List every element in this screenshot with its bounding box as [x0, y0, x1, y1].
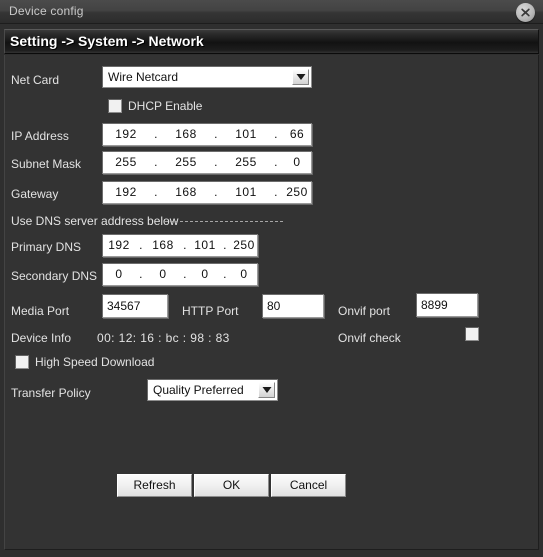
subnet-mask-octet-3: 255: [235, 155, 257, 169]
transfer-policy-label: Transfer Policy: [11, 386, 91, 400]
section-header-title: Setting -> System -> Network: [10, 33, 204, 49]
ip-address-octet-1: 192: [115, 127, 137, 141]
high-speed-download-label: High Speed Download: [35, 355, 155, 369]
chevron-down-icon[interactable]: [292, 69, 309, 85]
secondary-dns-octet-3: 0: [201, 267, 209, 281]
ip-address-octet-2: 168: [175, 127, 197, 141]
gateway-octet-2: 168: [175, 185, 197, 199]
primary-dns-octet-1: 192: [108, 238, 130, 252]
dhcp-enable-checkbox[interactable]: [108, 99, 122, 113]
gateway-octet-4: 250: [286, 185, 308, 199]
onvif-port-input[interactable]: 8899: [416, 293, 478, 317]
dns-note-label: Use DNS server address below: [11, 214, 179, 228]
onvif-check-checkbox[interactable]: [465, 327, 479, 341]
secondary-dns-label: Secondary DNS: [11, 269, 98, 283]
subnet-mask-dot-3: .: [274, 155, 278, 169]
gateway-octet-1: 192: [115, 185, 137, 199]
device-info-label: Device Info: [11, 331, 72, 345]
secondary-dns-dot-2: .: [183, 267, 187, 281]
subnet-mask-dot-1: .: [154, 155, 158, 169]
onvif-check-label: Onvif check: [338, 331, 401, 345]
primary-dns-octet-4: 250: [233, 238, 255, 252]
primary-dns-dot-1: .: [139, 238, 143, 252]
secondary-dns-input[interactable]: 0. 0. 0. 0: [102, 263, 258, 286]
cancel-button[interactable]: Cancel: [271, 474, 346, 497]
ip-address-dot-3: .: [274, 127, 278, 141]
ip-address-input[interactable]: 192. 168. 101. 66: [102, 123, 312, 146]
primary-dns-dot-2: .: [183, 238, 187, 252]
title-bar: Device config: [0, 0, 543, 24]
gateway-dot-2: .: [214, 185, 218, 199]
high-speed-download-checkbox[interactable]: [15, 355, 29, 369]
secondary-dns-dot-1: .: [139, 267, 143, 281]
onvif-port-label: Onvif port: [338, 304, 391, 318]
window-title: Device config: [9, 4, 84, 18]
secondary-dns-dot-3: .: [223, 267, 227, 281]
network-settings-panel: Net Card Wire Netcard DHCP Enable IP Add…: [4, 55, 539, 550]
ok-button[interactable]: OK: [194, 474, 269, 497]
net-card-select-value: Wire Netcard: [108, 70, 179, 84]
transfer-policy-select-value: Quality Preferred: [153, 383, 244, 397]
primary-dns-octet-2: 168: [152, 238, 174, 252]
device-info-value: 00: 12: 16 : bc : 98 : 83: [97, 331, 230, 345]
primary-dns-input[interactable]: 192. 168. 101. 250: [102, 234, 258, 257]
media-port-label: Media Port: [11, 304, 70, 318]
primary-dns-dot-3: .: [223, 238, 227, 252]
net-card-select[interactable]: Wire Netcard: [102, 66, 312, 88]
subnet-mask-octet-4: 0: [293, 155, 301, 169]
device-config-window: Device config Setting -> System -> Netwo…: [0, 0, 543, 557]
ip-address-octet-3: 101: [235, 127, 257, 141]
ip-address-octet-4: 66: [289, 127, 305, 141]
net-card-label: Net Card: [11, 73, 60, 87]
ip-address-label: IP Address: [11, 129, 69, 143]
primary-dns-label: Primary DNS: [11, 240, 82, 254]
section-header-bar: Setting -> System -> Network: [4, 29, 539, 54]
subnet-mask-octet-1: 255: [115, 155, 137, 169]
dns-note-divider: [165, 221, 283, 223]
dhcp-enable-label: DHCP Enable: [128, 99, 203, 113]
subnet-mask-label: Subnet Mask: [11, 157, 82, 171]
subnet-mask-dot-2: .: [214, 155, 218, 169]
gateway-input[interactable]: 192. 168. 101. 250: [102, 181, 312, 204]
gateway-label: Gateway: [11, 187, 59, 201]
transfer-policy-select[interactable]: Quality Preferred: [147, 379, 278, 401]
secondary-dns-octet-1: 0: [115, 267, 123, 281]
subnet-mask-input[interactable]: 255. 255. 255. 0: [102, 151, 312, 174]
ip-address-dot-2: .: [214, 127, 218, 141]
gateway-dot-1: .: [154, 185, 158, 199]
gateway-octet-3: 101: [235, 185, 257, 199]
primary-dns-octet-3: 101: [194, 238, 216, 252]
subnet-mask-octet-2: 255: [175, 155, 197, 169]
close-icon[interactable]: [516, 3, 535, 22]
secondary-dns-octet-4: 0: [240, 267, 248, 281]
chevron-down-icon[interactable]: [258, 382, 275, 398]
secondary-dns-octet-2: 0: [159, 267, 167, 281]
gateway-dot-3: .: [274, 185, 278, 199]
refresh-button[interactable]: Refresh: [117, 474, 192, 497]
media-port-input[interactable]: 34567: [102, 294, 168, 318]
ip-address-dot-1: .: [154, 127, 158, 141]
http-port-input[interactable]: 80: [262, 294, 324, 318]
http-port-label: HTTP Port: [182, 304, 239, 318]
